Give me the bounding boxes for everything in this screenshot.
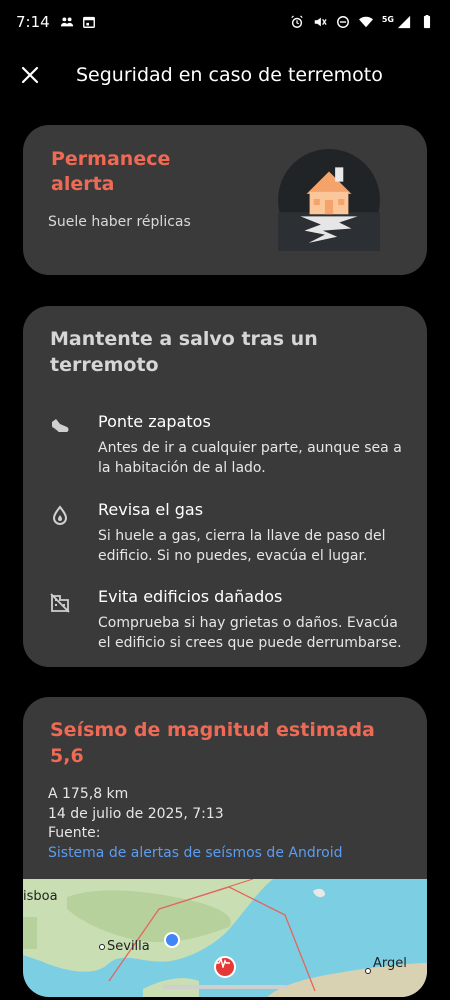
tip-text: Si huele a gas, cierra la llave de paso …	[98, 528, 386, 564]
city-marker	[365, 968, 371, 974]
alarm-icon	[291, 15, 303, 28]
close-button[interactable]	[2, 50, 58, 100]
network-type: 5G	[381, 14, 394, 24]
seismic-wave-icon	[216, 958, 230, 968]
stay-safe-title: Mantente a salvo tras un terremoto	[50, 328, 318, 376]
user-location-marker	[164, 932, 180, 948]
source-label: Fuente:	[48, 825, 101, 841]
tip-title: Ponte zapatos	[98, 412, 211, 431]
close-icon	[21, 66, 39, 84]
app-bar: Seguridad en caso de terremoto	[0, 50, 450, 100]
status-bar: 7:14 5G	[0, 0, 450, 44]
stay-alert-title: Permanece alerta	[51, 148, 171, 195]
calendar-icon	[82, 16, 95, 28]
stay-alert-card: Permanece alerta Suele haber réplicas	[23, 125, 427, 275]
map-terrain	[23, 879, 427, 997]
tip-text: Antes de ir a cualquier parte, aunque se…	[98, 440, 402, 476]
wifi-icon	[358, 16, 373, 28]
source-link[interactable]: Sistema de alertas de seísmos de Android	[48, 845, 343, 861]
status-time: 7:14	[16, 13, 50, 31]
tip-title: Evita edificios dañados	[98, 587, 283, 606]
earthquake-map[interactable]: isboa Sevilla Argel	[23, 879, 427, 997]
do-not-disturb-icon	[336, 16, 349, 28]
damaged-building-icon	[50, 593, 70, 613]
earthquake-info-card: Seísmo de magnitud estimada 5,6 A 175,8 …	[23, 697, 427, 997]
mute-icon	[314, 17, 327, 27]
city-marker	[99, 944, 105, 950]
gas-drop-icon	[52, 505, 68, 525]
tip-text: Comprueba si hay grietas o daños. Evacúa…	[98, 615, 402, 651]
map-label-lisboa: isboa	[23, 889, 58, 904]
tip-title: Revisa el gas	[98, 500, 204, 519]
shoe-icon	[52, 419, 69, 433]
battery-icon	[423, 15, 431, 29]
page-title: Seguridad en caso de terremoto	[76, 64, 383, 86]
house-illustration	[278, 149, 380, 251]
signal-icon	[397, 15, 411, 29]
map-label-argel: Argel	[373, 956, 407, 971]
group-icon	[60, 17, 73, 27]
earthquake-distance: A 175,8 km	[48, 786, 129, 802]
earthquake-title: Seísmo de magnitud estimada 5,6	[50, 719, 375, 767]
stay-safe-card: Mantente a salvo tras un terremoto Ponte…	[23, 306, 427, 667]
stay-alert-subtitle: Suele haber réplicas	[48, 214, 191, 230]
map-label-sevilla: Sevilla	[107, 939, 150, 954]
gesture-nav-handle[interactable]	[163, 985, 287, 989]
epicenter-marker[interactable]	[214, 956, 236, 978]
earthquake-datetime: 14 de julio de 2025, 7:13	[48, 806, 224, 822]
